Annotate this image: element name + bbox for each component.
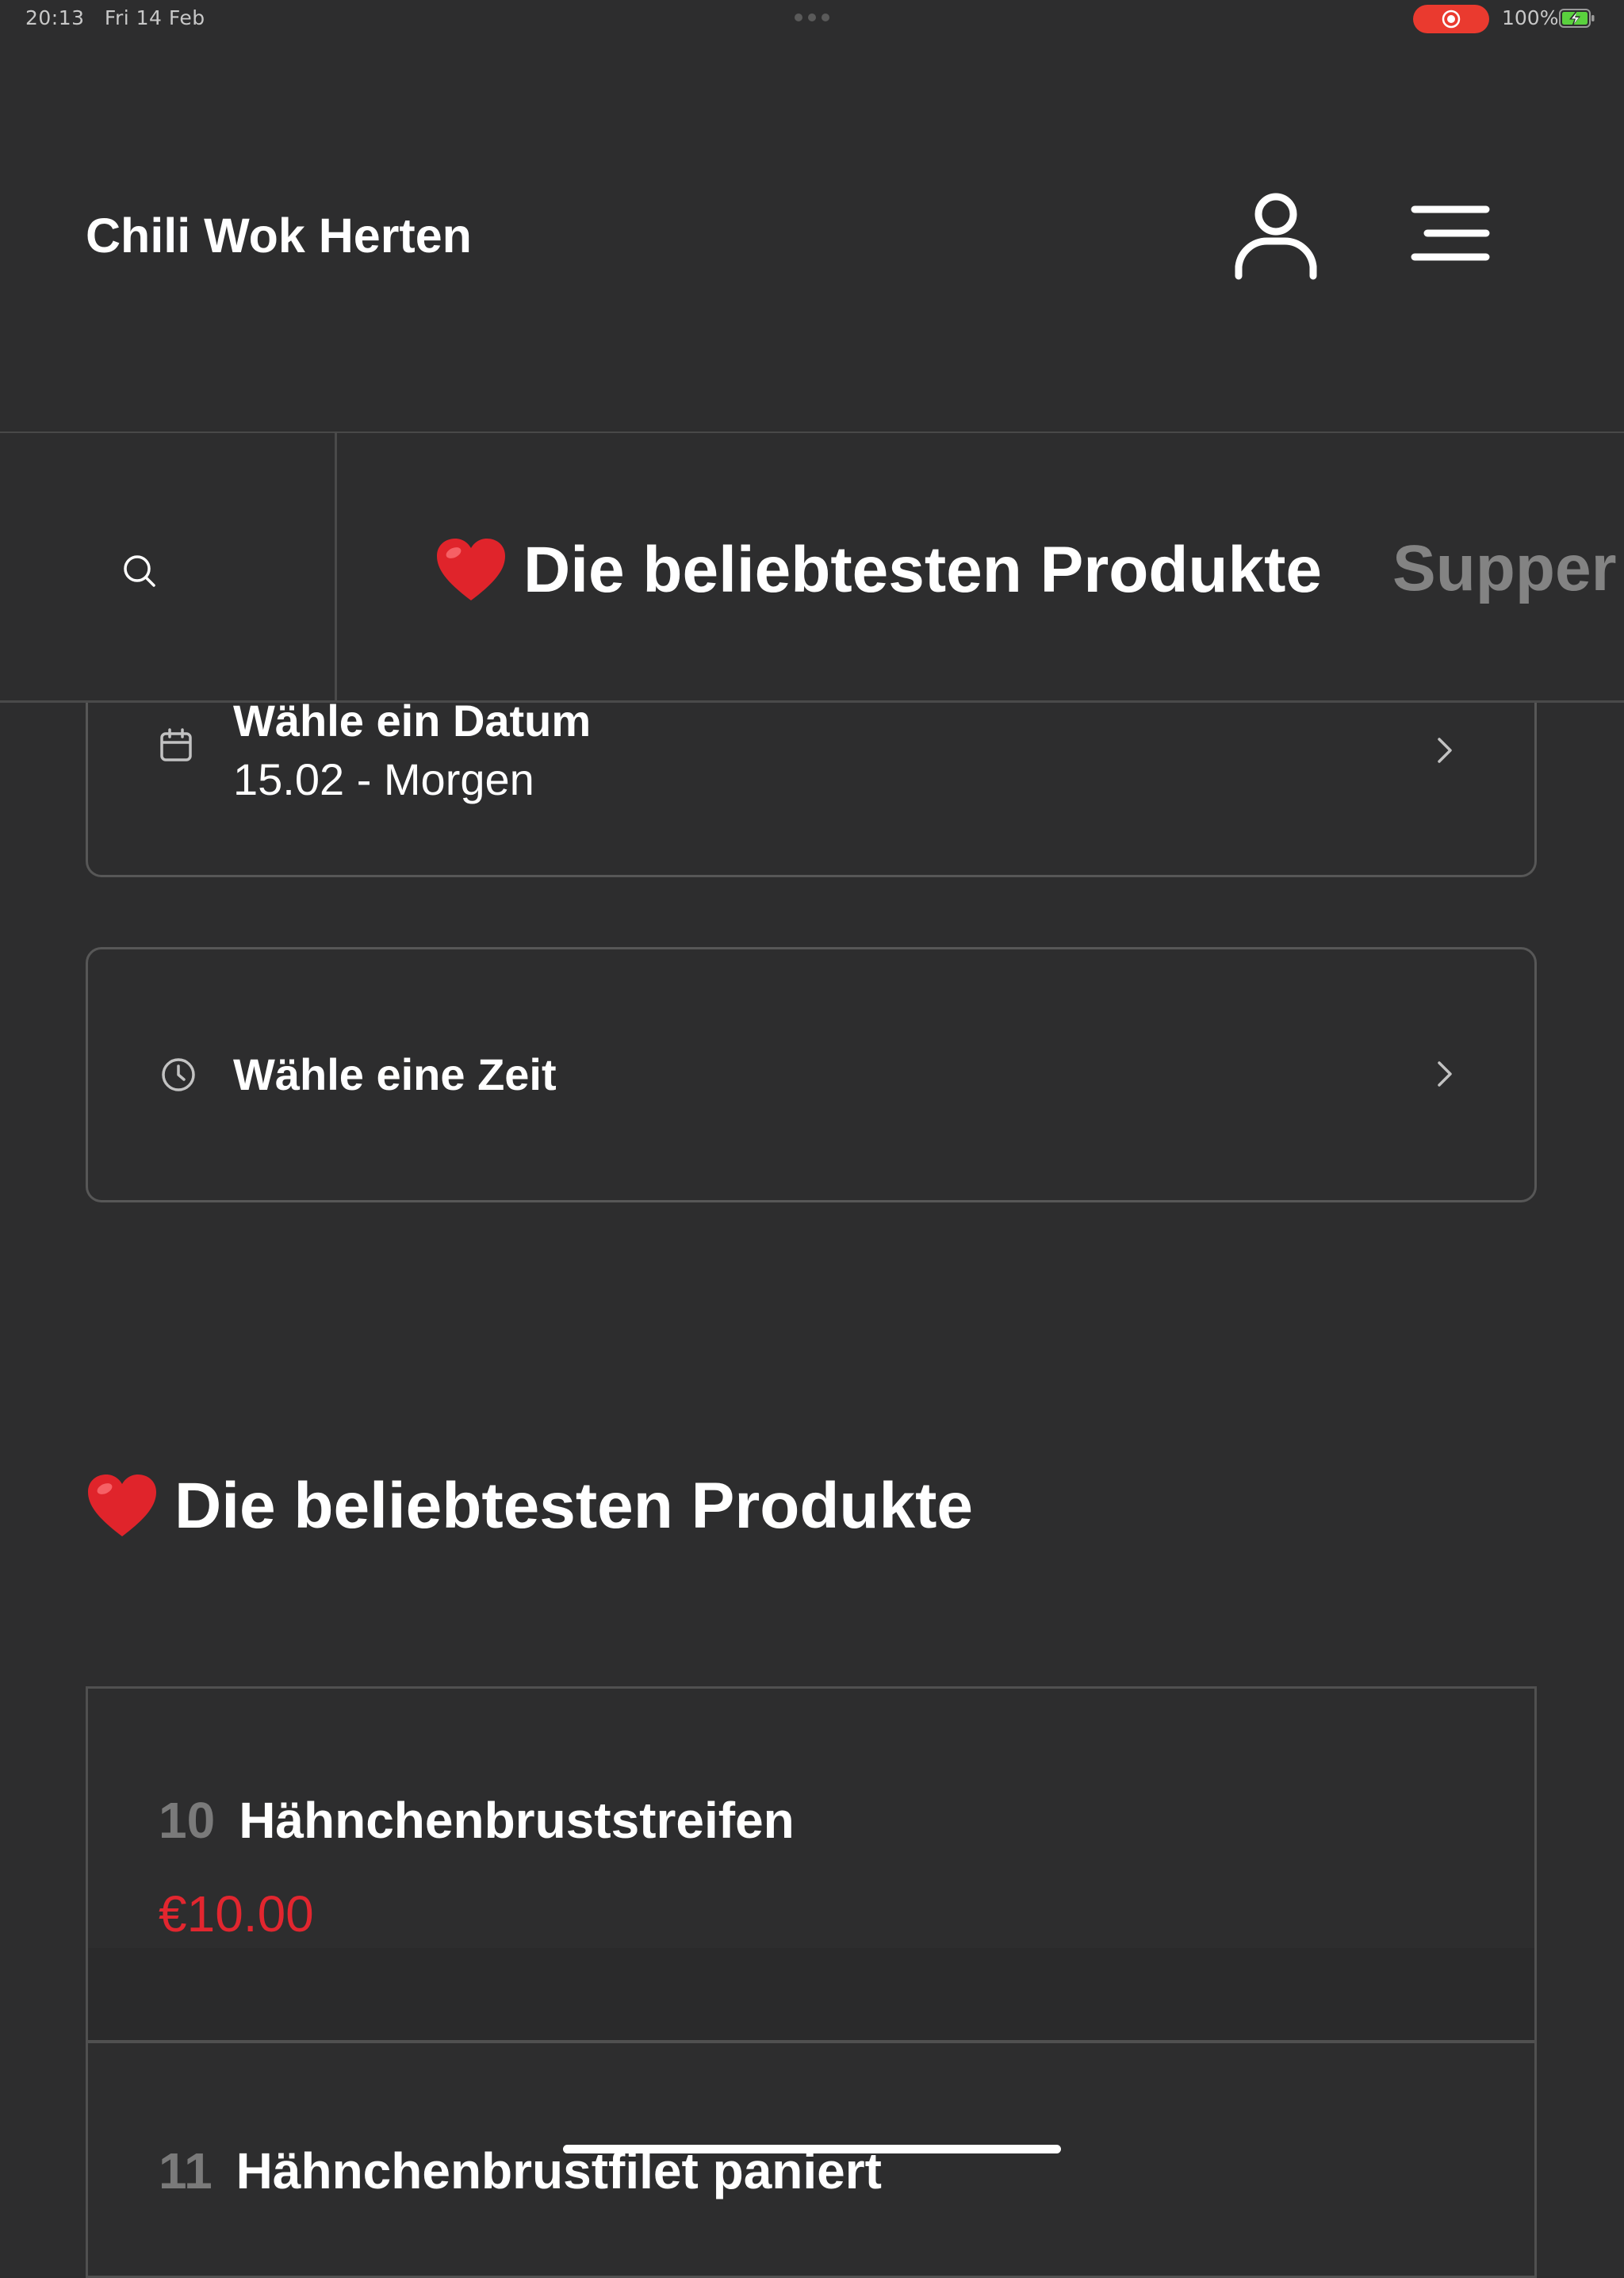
time-picker-title: Wähle eine Zeit bbox=[233, 1049, 557, 1099]
multitasking-dots-icon[interactable] bbox=[795, 13, 829, 22]
search-icon bbox=[124, 555, 155, 587]
category-divider bbox=[335, 431, 337, 703]
product-price: €10.00 bbox=[159, 1885, 314, 1942]
product-title-row: 10 Hähnchenbruststreifen bbox=[159, 1791, 795, 1850]
product-card-footer bbox=[88, 1948, 1534, 2042]
menu-button[interactable] bbox=[1407, 201, 1491, 265]
account-button[interactable] bbox=[1232, 187, 1320, 282]
category-search-button[interactable] bbox=[111, 543, 168, 600]
calendar-icon bbox=[160, 728, 192, 761]
category-tab-suppen[interactable]: Supper bbox=[1392, 531, 1616, 606]
screen-recording-indicator[interactable] bbox=[1413, 5, 1489, 33]
chevron-right-icon bbox=[1438, 1061, 1452, 1087]
status-date: Fri 14 Feb bbox=[104, 6, 205, 29]
product-name: Hähnchenbruststreifen bbox=[239, 1792, 795, 1849]
date-picker-value: 15.02 - Morgen bbox=[233, 754, 534, 804]
user-icon bbox=[1235, 193, 1317, 280]
menu-icon bbox=[1411, 205, 1490, 261]
section-title: Die beliebtesten Produkte bbox=[174, 1470, 974, 1542]
battery-percentage: 100% bbox=[1502, 6, 1559, 29]
heart-icon bbox=[437, 539, 505, 600]
heart-icon bbox=[88, 1475, 156, 1536]
category-tab-popular[interactable]: Die beliebtesten Produkte bbox=[435, 533, 1322, 608]
restaurant-name[interactable]: Chili Wok Herten bbox=[86, 208, 472, 263]
status-time: 20:13 Fri 14 Feb bbox=[25, 6, 205, 29]
section-heading: Die beliebtesten Produkte bbox=[86, 1469, 973, 1544]
home-indicator[interactable] bbox=[563, 2145, 1061, 2153]
status-clock: 20:13 bbox=[25, 6, 85, 29]
battery-charging-icon bbox=[1559, 9, 1595, 28]
clock-icon bbox=[162, 1058, 195, 1091]
record-icon bbox=[1442, 10, 1461, 29]
category-tab-label: Die beliebtesten Produkte bbox=[523, 534, 1323, 606]
product-number: 11 bbox=[159, 2142, 213, 2199]
product-number: 10 bbox=[159, 1792, 216, 1849]
chevron-right-icon bbox=[1438, 738, 1452, 763]
